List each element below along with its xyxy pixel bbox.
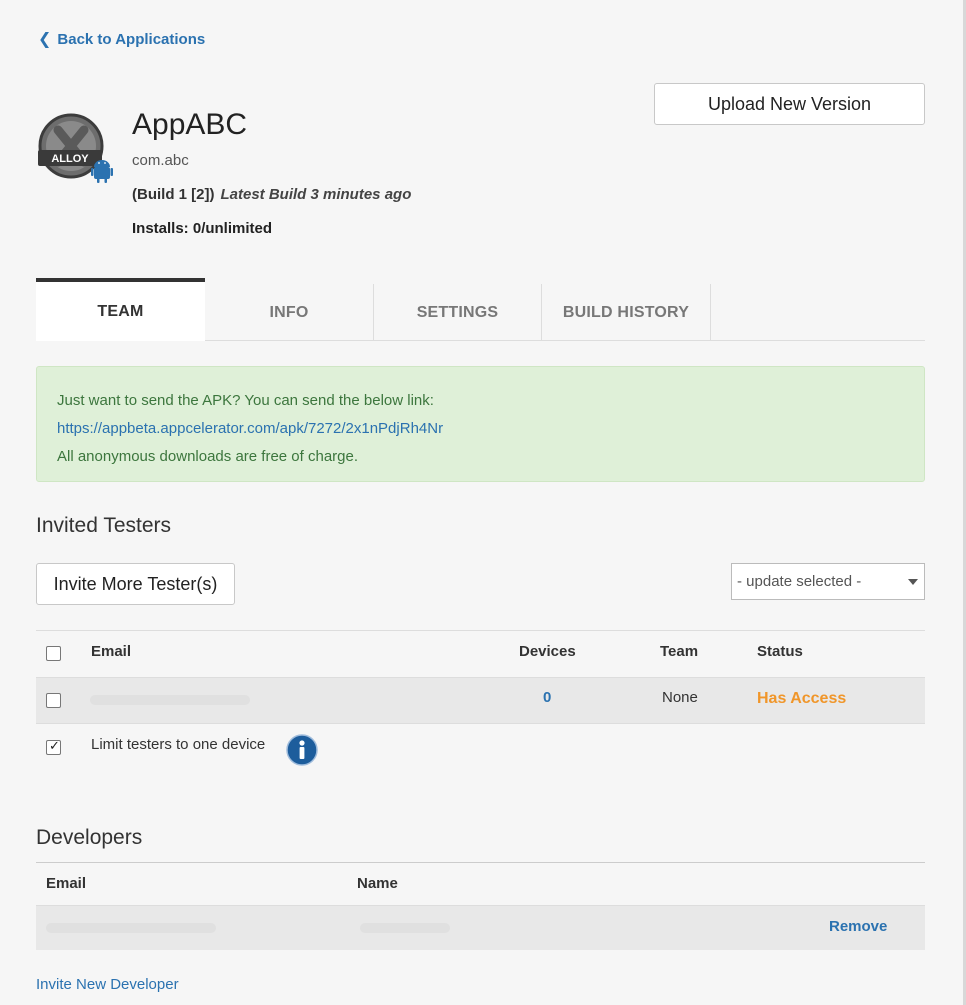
info-icon[interactable] — [286, 734, 318, 766]
apk-link-alert: Just want to send the APK? You can send … — [36, 366, 925, 482]
apk-download-link[interactable]: https://appbeta.appcelerator.com/apk/727… — [57, 415, 904, 443]
chevron-left-icon: ❮ — [38, 30, 52, 48]
caret-down-icon — [908, 579, 918, 585]
back-link-label: Back to Applications — [57, 31, 206, 48]
upload-new-version-button[interactable]: Upload New Version — [654, 83, 925, 125]
dropdown-value: - update selected - — [737, 573, 862, 590]
tab-bar: TEAM INFO SETTINGS BUILD HISTORY — [36, 278, 925, 341]
dev-column-name: Name — [357, 875, 398, 892]
page: ❮ Back to Applications Upload New Versio… — [0, 0, 966, 1005]
column-devices: Devices — [519, 643, 576, 660]
invite-more-testers-button[interactable]: Invite More Tester(s) — [36, 563, 235, 605]
update-selected-dropdown[interactable]: - update selected - — [731, 563, 925, 600]
remove-developer-link[interactable]: Remove — [829, 918, 887, 935]
select-all-checkbox[interactable] — [46, 646, 61, 661]
column-team: Team — [660, 643, 699, 660]
installs: Installs: 0/unlimited — [132, 220, 273, 237]
tab-team[interactable]: TEAM — [36, 278, 205, 341]
alert-line-1: Just want to send the APK? You can send … — [57, 392, 434, 409]
tab-settings[interactable]: SETTINGS — [374, 284, 542, 341]
developers-heading: Developers — [36, 826, 143, 849]
table-divider — [36, 630, 925, 631]
app-title: AppABC — [132, 108, 248, 141]
limit-testers-checkbox[interactable] — [46, 738, 61, 755]
table-divider — [36, 862, 925, 863]
invited-testers-heading: Invited Testers — [36, 514, 172, 537]
app-icon: ALLOY — [38, 113, 113, 183]
limit-testers-label: Limit testers to one device — [91, 736, 266, 753]
row-checkbox[interactable] — [46, 693, 61, 708]
app-icon-label: ALLOY — [51, 153, 89, 165]
tester-devices-link[interactable]: 0 — [543, 689, 551, 706]
column-status: Status — [757, 643, 803, 660]
tester-team: None — [662, 689, 698, 706]
latest-build: Latest Build 3 minutes ago — [220, 186, 412, 203]
alert-line-3: All anonymous downloads are free of char… — [57, 448, 359, 465]
column-email: Email — [91, 643, 132, 660]
bundle-id: com.abc — [132, 152, 189, 169]
dev-column-email: Email — [46, 875, 87, 892]
tester-status: Has Access — [757, 690, 847, 707]
back-to-applications-link[interactable]: ❮ Back to Applications — [38, 31, 205, 48]
build-number: (Build 1 [2]) — [132, 186, 215, 203]
invite-new-developer-link[interactable]: Invite New Developer — [36, 976, 179, 993]
tab-info[interactable]: INFO — [205, 284, 374, 341]
tab-build-history[interactable]: BUILD HISTORY — [542, 284, 711, 341]
developer-email-redacted — [46, 923, 216, 933]
tester-email-redacted — [90, 695, 250, 705]
build-info: (Build 1 [2]) Latest Build 3 minutes ago — [132, 186, 411, 203]
developer-name-redacted — [360, 923, 450, 933]
